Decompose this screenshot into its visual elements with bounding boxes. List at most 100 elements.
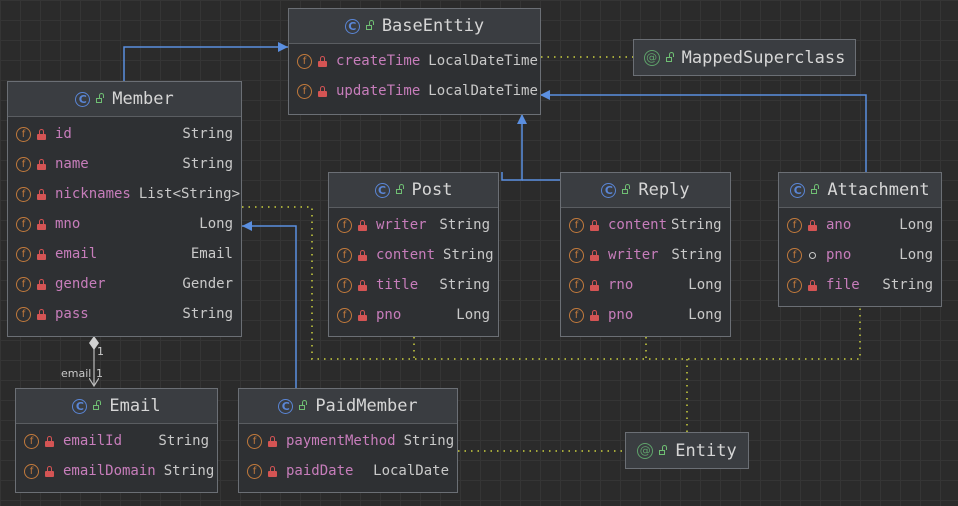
field-row[interactable]: f title String xyxy=(329,270,498,300)
field-row[interactable]: f emailId String xyxy=(16,426,217,456)
class-header: C Email xyxy=(16,389,217,424)
field-icon: f xyxy=(787,277,802,293)
field-row[interactable]: f writer String xyxy=(561,240,730,270)
private-lock-icon xyxy=(590,279,599,291)
field-type: String xyxy=(671,217,722,233)
private-lock-icon xyxy=(268,435,277,447)
field-name: paymentMethod xyxy=(286,433,396,449)
annotation-name: Entity xyxy=(675,440,737,461)
field-row[interactable]: f name String xyxy=(8,149,241,179)
field-row[interactable]: f content String xyxy=(561,210,730,240)
field-row[interactable]: f createTime LocalDateTime xyxy=(289,46,540,76)
public-visibility-icon xyxy=(659,444,668,455)
field-name: pno xyxy=(608,307,634,323)
private-lock-icon xyxy=(268,465,277,477)
private-lock-icon xyxy=(45,435,54,447)
field-icon: f xyxy=(247,433,262,449)
class-post[interactable]: C Post f writer String f content String f tit… xyxy=(328,172,499,337)
field-row[interactable]: f paymentMethod String xyxy=(239,426,457,456)
field-name: name xyxy=(55,156,89,172)
field-name: pass xyxy=(55,306,89,322)
field-name: id xyxy=(55,126,72,142)
private-lock-icon xyxy=(358,309,367,321)
class-attachment[interactable]: C Attachment f ano Long f pno Long f file Stri… xyxy=(778,172,942,307)
field-row[interactable]: f file String xyxy=(779,270,941,300)
public-visibility-icon xyxy=(96,93,105,103)
private-lock-icon xyxy=(37,278,46,290)
field-type: String xyxy=(182,126,233,142)
class-icon: C xyxy=(790,182,806,198)
field-icon: f xyxy=(24,463,39,479)
class-header: C PaidMember xyxy=(239,389,457,424)
class-reply[interactable]: C Reply f content String f writer String f rn… xyxy=(560,172,731,337)
field-row[interactable]: f writer String xyxy=(329,210,498,240)
post-extends-base xyxy=(501,114,527,181)
public-visibility-icon xyxy=(93,400,102,410)
field-icon: f xyxy=(24,433,39,449)
private-lock-icon xyxy=(590,309,599,321)
class-icon: C xyxy=(278,398,294,414)
field-name: email xyxy=(55,246,98,262)
field-name: emailDomain xyxy=(63,463,156,479)
class-header: C Member xyxy=(8,82,241,117)
class-email[interactable]: C Email f emailId String f emailDomain Strin… xyxy=(15,388,218,493)
field-row[interactable]: f email Email xyxy=(8,239,241,269)
field-row[interactable]: f updateTime LocalDateTime xyxy=(289,76,540,106)
field-icon: f xyxy=(337,247,352,263)
field-row[interactable]: f nicknames List<String> xyxy=(8,179,241,209)
field-type: Long xyxy=(899,247,933,263)
annotation-mapped-superclass[interactable]: @ MappedSuperclass xyxy=(633,39,856,76)
field-name: nicknames xyxy=(55,186,131,202)
class-paid-member[interactable]: C PaidMember f paymentMethod String f paidD… xyxy=(238,388,458,493)
private-lock-icon xyxy=(318,85,327,97)
field-type: String xyxy=(882,277,933,293)
field-row[interactable]: f paidDate LocalDate xyxy=(239,456,457,486)
private-lock-icon xyxy=(808,279,817,291)
field-row[interactable]: f pno Long xyxy=(779,240,941,270)
class-icon: C xyxy=(344,18,360,34)
private-lock-icon xyxy=(358,279,367,291)
field-row[interactable]: f pno Long xyxy=(329,300,498,330)
field-icon: f xyxy=(247,463,262,479)
class-name: Attachment xyxy=(827,180,930,200)
field-name: file xyxy=(826,277,860,293)
annotation-entity[interactable]: @ Entity xyxy=(625,432,749,469)
field-row[interactable]: f content String xyxy=(329,240,498,270)
paidmember-extends-member xyxy=(242,221,297,388)
annotation-header: @ MappedSuperclass xyxy=(634,40,855,75)
field-row[interactable]: f emailDomain String xyxy=(16,456,217,486)
field-row[interactable]: f id String xyxy=(8,119,241,149)
class-base-enttiy[interactable]: C BaseEnttiy f createTime LocalDateTime … xyxy=(288,8,541,115)
field-icon: f xyxy=(297,83,312,99)
field-name: pno xyxy=(376,307,402,323)
private-lock-icon xyxy=(808,219,817,231)
field-row[interactable]: f mno Long xyxy=(8,209,241,239)
field-type: Long xyxy=(456,307,490,323)
field-name: writer xyxy=(608,247,659,263)
field-row[interactable]: f gender Gender xyxy=(8,269,241,299)
field-name: paidDate xyxy=(286,463,354,479)
field-name: content xyxy=(608,217,668,233)
private-lock-icon xyxy=(590,249,599,261)
private-lock-icon xyxy=(45,465,54,477)
field-name: rno xyxy=(608,277,634,293)
field-row[interactable]: f ano Long xyxy=(779,210,941,240)
field-icon: f xyxy=(337,217,352,233)
class-name: Email xyxy=(109,396,161,416)
public-visibility-icon xyxy=(665,51,674,62)
field-icon: f xyxy=(16,246,31,262)
field-type: String xyxy=(439,217,490,233)
field-icon: f xyxy=(337,277,352,293)
field-icon: f xyxy=(16,156,31,172)
attachment-extends-base xyxy=(540,90,867,172)
field-type: Long xyxy=(688,277,722,293)
class-icon: C xyxy=(72,398,88,414)
field-row[interactable]: f pass String xyxy=(8,299,241,329)
class-member[interactable]: C Member f id String f name String f nickname… xyxy=(7,81,242,337)
annotation-name: MappedSuperclass xyxy=(681,47,846,68)
field-row[interactable]: f rno Long xyxy=(561,270,730,300)
field-type: Gender xyxy=(182,276,233,292)
field-type: String xyxy=(443,247,494,263)
field-type: LocalDateTime xyxy=(428,83,538,99)
field-row[interactable]: f pno Long xyxy=(561,300,730,330)
